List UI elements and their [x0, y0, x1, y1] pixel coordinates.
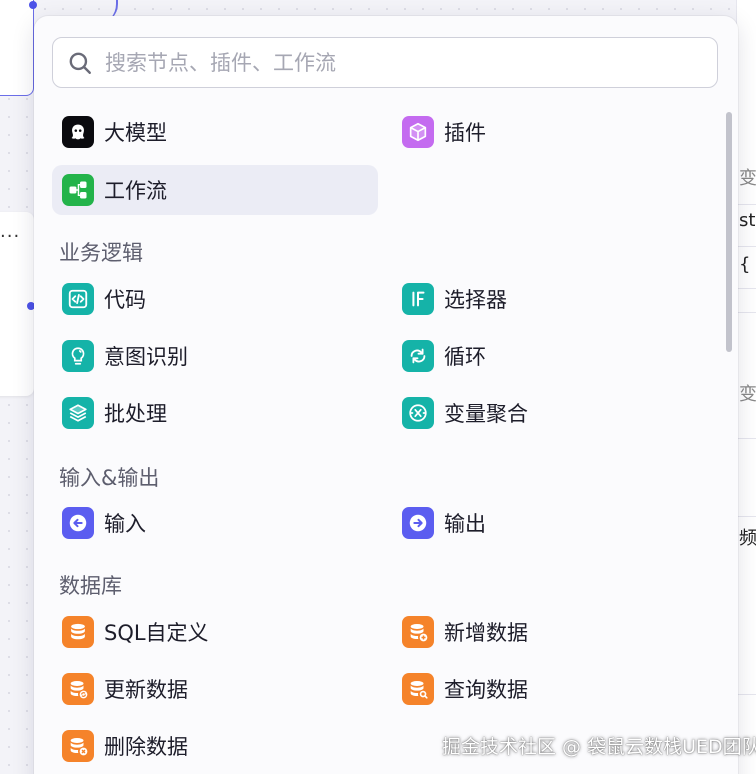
- node-item-label: SQL自定义: [104, 621, 209, 645]
- output-arrow-icon: [402, 507, 434, 539]
- llm-icon: [62, 116, 94, 148]
- database-search-icon: [402, 673, 434, 705]
- workflow-icon: [62, 174, 94, 206]
- node-item-label: 输出: [444, 512, 486, 536]
- node-item-label: 删除数据: [104, 735, 188, 759]
- bulb-icon: [62, 340, 94, 372]
- panel-text-variable: 变量: [739, 168, 756, 189]
- node-item-code[interactable]: 代码: [52, 274, 378, 324]
- node-item-workflow[interactable]: 工作流: [52, 165, 378, 215]
- node-item-label: 选择器: [444, 288, 507, 312]
- section-title-io: 输入&输出: [59, 466, 160, 490]
- search-box[interactable]: [52, 37, 718, 88]
- node-menu-icon[interactable]: ···: [0, 226, 20, 247]
- panel-text-type: str: [739, 210, 756, 231]
- search-input[interactable]: [105, 50, 717, 75]
- node-item-delete-data[interactable]: 删除数据: [52, 721, 378, 771]
- section-title-database: 数据库: [59, 574, 122, 598]
- node-item-label: 插件: [444, 121, 486, 145]
- node-item-label: 意图识别: [104, 345, 188, 369]
- aggregate-icon: [402, 397, 434, 429]
- loop-icon: [402, 340, 434, 372]
- node-item-label: 大模型: [104, 121, 167, 145]
- database-add-icon: [402, 616, 434, 648]
- database-delete-icon: [62, 730, 94, 762]
- watermark: 掘金技术社区 @ 袋鼠云数栈UED团队: [442, 736, 756, 758]
- node-item-label: 输入: [104, 512, 146, 536]
- panel-text-variable-2: 变量: [739, 384, 756, 405]
- node-item-label: 批处理: [104, 402, 167, 426]
- node-item-batch[interactable]: 批处理: [52, 388, 378, 438]
- scrollbar[interactable]: [726, 112, 732, 352]
- node-item-plugin[interactable]: 插件: [392, 107, 718, 157]
- node-item-label: 工作流: [104, 179, 167, 203]
- node-item-label: 循环: [444, 345, 486, 369]
- node-item-query-data[interactable]: 查询数据: [392, 664, 718, 714]
- canvas-node-top[interactable]: [0, 0, 34, 96]
- node-item-input[interactable]: 输入: [52, 498, 378, 548]
- node-item-output[interactable]: 输出: [392, 498, 718, 548]
- node-item-label: 新增数据: [444, 621, 528, 645]
- canvas-port-top[interactable]: [29, 1, 37, 9]
- section-title-logic: 业务逻辑: [59, 241, 143, 265]
- search-icon: [69, 52, 91, 74]
- database-icon: [62, 616, 94, 648]
- node-config-panel: 变量 str { } 变量 频: [736, 0, 756, 774]
- node-item-update-data[interactable]: 更新数据: [52, 664, 378, 714]
- node-item-intent[interactable]: 意图识别: [52, 331, 378, 381]
- panel-text-braces: { }: [739, 254, 756, 275]
- node-item-variable-aggregate[interactable]: 变量聚合: [392, 388, 718, 438]
- node-item-sql-custom[interactable]: SQL自定义: [52, 607, 378, 657]
- node-item-label: 查询数据: [444, 678, 528, 702]
- code-icon: [62, 283, 94, 315]
- node-item-label: 变量聚合: [444, 402, 528, 426]
- node-item-label: 更新数据: [104, 678, 188, 702]
- node-item-loop[interactable]: 循环: [392, 331, 718, 381]
- database-refresh-icon: [62, 673, 94, 705]
- node-item-label: 代码: [104, 288, 146, 312]
- node-item-selector[interactable]: 选择器: [392, 274, 718, 324]
- if-icon: [402, 283, 434, 315]
- cube-icon: [402, 116, 434, 148]
- panel-text-frequency: 频: [739, 528, 756, 549]
- node-item-llm[interactable]: 大模型: [52, 107, 378, 157]
- layers-icon: [62, 397, 94, 429]
- node-item-add-data[interactable]: 新增数据: [392, 607, 718, 657]
- add-node-popup: 大模型 插件 工作流 业务逻辑 代码 选择器 意图识别 循环: [34, 16, 738, 774]
- input-arrow-icon: [62, 507, 94, 539]
